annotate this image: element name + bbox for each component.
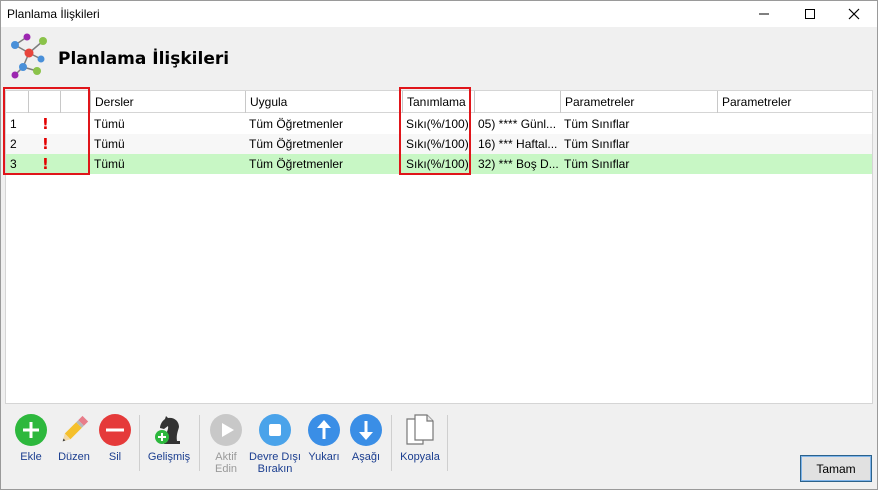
toolbar: Ekle Düzen Sil Gelişmiş Aktif Edin Devre…: [1, 405, 877, 489]
header-number[interactable]: [6, 91, 28, 113]
cell-kural: 32) *** Boş D...: [478, 157, 559, 171]
row-number: 2: [10, 137, 17, 151]
warning-icon: !: [42, 115, 49, 133]
cell-parametreler: Tüm Sınıflar: [564, 117, 630, 131]
chess-knight-plus-icon: [155, 416, 180, 444]
maximize-button[interactable]: [787, 1, 833, 27]
toolbar-separator: [391, 415, 392, 471]
header-tanimlama[interactable]: Tanımlama: [402, 91, 474, 113]
delete-label: Sil: [108, 451, 122, 463]
deactivate-label-line1: Devre Dışı: [249, 451, 301, 463]
warning-icon: !: [42, 155, 49, 173]
cell-tanimlama: Sıkı(%/100): [406, 137, 469, 151]
cell-parametreler: Tüm Sınıflar: [564, 137, 630, 151]
title-bar: Planlama İlişkileri: [1, 1, 877, 27]
activate-label-line1: Aktif: [215, 451, 237, 463]
cell-tanimlama: Sıkı(%/100): [406, 117, 469, 131]
deactivate-button[interactable]: Devre Dışı Bırakın: [247, 413, 303, 475]
toolbar-separator: [199, 415, 200, 471]
copy-label: Kopyala: [400, 451, 440, 463]
edit-button[interactable]: Düzen: [53, 413, 95, 463]
header-flag[interactable]: [28, 91, 60, 113]
cell-parametreler: Tüm Sınıflar: [564, 157, 630, 171]
table-row-selected[interactable]: 3 ! Tümü Tüm Öğretmenler Sıkı(%/100) 32)…: [6, 154, 872, 174]
page-title: Planlama İlişkileri: [58, 49, 230, 69]
arrow-down-circle-icon: [350, 414, 382, 446]
minimize-button[interactable]: [741, 1, 787, 27]
cell-kural: 16) *** Haftal...: [478, 137, 558, 151]
stop-circle-icon: [259, 414, 291, 446]
table-header: Dersler Uygula Tanımlama Parametreler Pa…: [6, 91, 872, 113]
deactivate-label-line2: Bırakın: [257, 463, 293, 475]
play-circle-icon: [210, 414, 242, 446]
table-row[interactable]: 2 ! Tümü Tüm Öğretmenler Sıkı(%/100) 16)…: [6, 134, 872, 154]
close-icon: [848, 8, 860, 20]
header-uygula[interactable]: Uygula: [245, 91, 402, 113]
ok-button[interactable]: Tamam: [800, 455, 872, 482]
table-row[interactable]: 1 ! Tümü Tüm Öğretmenler Sıkı(%/100) 05)…: [6, 114, 872, 134]
maximize-icon: [805, 9, 815, 19]
dialog-header: Planlama İlişkileri: [1, 27, 877, 89]
cell-dersler: Tümü: [94, 157, 125, 171]
cell-parametreler-2: [717, 134, 872, 154]
cell-dersler: Tümü: [94, 137, 125, 151]
header-parametreler-2[interactable]: Parametreler: [717, 91, 872, 113]
row-number: 3: [10, 157, 17, 171]
window-title: Planlama İlişkileri: [7, 7, 100, 21]
dialog-window: Planlama İlişkileri Planlama İlişkileri …: [0, 0, 878, 490]
plus-circle-icon: [15, 414, 47, 446]
copy-pages-icon: [406, 414, 434, 445]
cell-uygula: Tüm Öğretmenler: [249, 117, 344, 131]
cell-parametreler-2: [717, 154, 872, 174]
edit-label: Düzen: [58, 451, 90, 463]
pencil-icon: [62, 415, 89, 442]
add-button[interactable]: Ekle: [13, 413, 49, 463]
row-number: 1: [10, 117, 17, 131]
network-nodes-icon: [11, 33, 47, 79]
move-down-label: Aşağı: [351, 451, 381, 463]
header-dersler[interactable]: Dersler: [90, 91, 245, 113]
add-label: Ekle: [20, 451, 42, 463]
cell-kural: 05) **** Günl...: [478, 117, 557, 131]
cell-tanimlama: Sıkı(%/100): [406, 157, 469, 171]
advanced-button[interactable]: Gelişmiş: [145, 413, 193, 463]
relations-table[interactable]: Dersler Uygula Tanımlama Parametreler Pa…: [5, 90, 873, 404]
cell-uygula: Tüm Öğretmenler: [249, 157, 344, 171]
cell-uygula: Tüm Öğretmenler: [249, 137, 344, 151]
minus-circle-icon: [99, 414, 131, 446]
cell-dersler: Tümü: [94, 117, 125, 131]
header-blank[interactable]: [60, 91, 90, 113]
copy-button[interactable]: Kopyala: [397, 413, 443, 463]
toolbar-separator: [447, 415, 448, 471]
move-up-label: Yukarı: [308, 451, 340, 463]
move-up-button[interactable]: Yukarı: [305, 413, 343, 463]
minimize-icon: [759, 13, 769, 15]
toolbar-separator: [139, 415, 140, 471]
activate-label-line2: Edin: [214, 463, 238, 475]
activate-button[interactable]: Aktif Edin: [207, 413, 245, 475]
warning-icon: !: [42, 135, 49, 153]
arrow-up-circle-icon: [308, 414, 340, 446]
advanced-label: Gelişmiş: [147, 451, 191, 463]
cell-parametreler-2: [717, 114, 872, 134]
header-kural[interactable]: [474, 91, 560, 113]
header-parametreler[interactable]: Parametreler: [560, 91, 717, 113]
delete-button[interactable]: Sil: [97, 413, 133, 463]
close-button[interactable]: [831, 1, 877, 27]
move-down-button[interactable]: Aşağı: [347, 413, 385, 463]
